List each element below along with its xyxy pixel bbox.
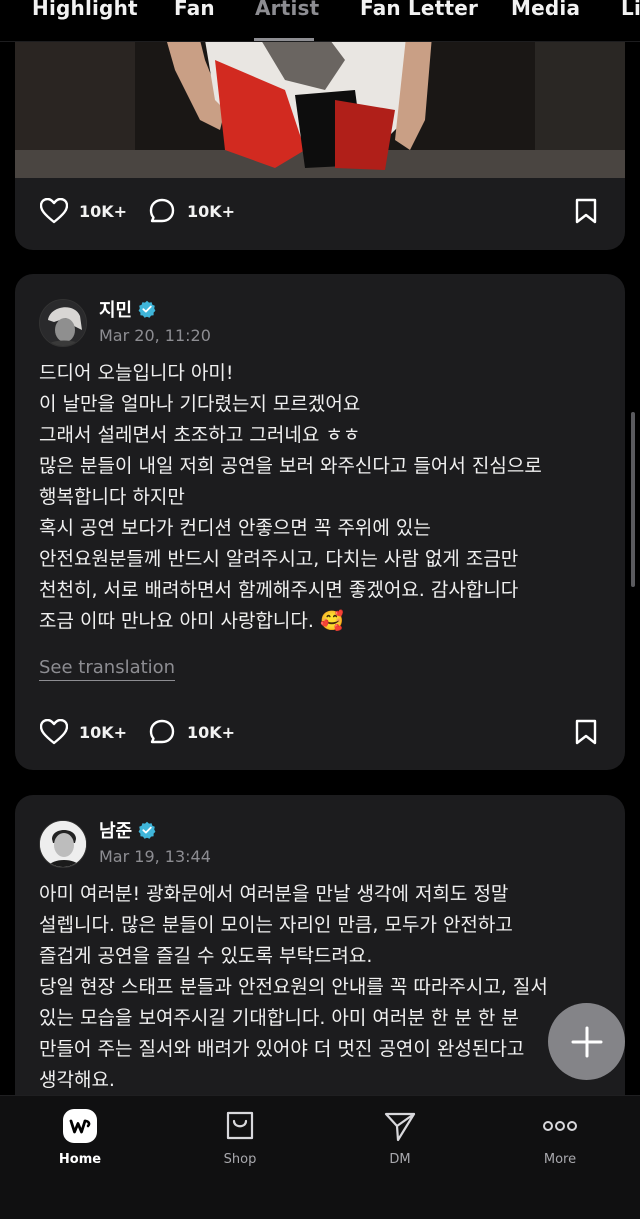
post-line: 당일 현장 스태프 분들과 안전요원의 안내를 꼭 따라주시고, 질서 [39,976,548,998]
post-body[interactable]: 아미 여러분! 광화문에서 여러분을 만날 생각에 저희도 정말 설렙니다. 많… [39,879,609,1096]
post-line: 천천히, 서로 배려하면서 함께해주시면 좋겠어요. 감사합니다 [39,579,519,601]
post-line: 즐겁게 공연을 즐길 수 있도록 부탁드려요. [39,945,373,967]
see-translation-link[interactable]: See translation [39,657,176,681]
weverse-logo-icon [62,1108,98,1144]
heart-icon [39,717,69,747]
nav-dm[interactable]: DM [340,1108,460,1172]
post-timestamp: Mar 19, 13:44 [99,847,211,866]
paper-plane-icon [382,1108,418,1144]
nav-home[interactable]: Home [20,1108,140,1172]
artist-tab-bar: Highlight Fan Artist Fan Letter Media Li [0,0,640,42]
post-line: 드디어 오늘입니다 아미! [39,362,234,384]
tab-live[interactable]: Li [621,0,640,20]
post-line: 생각해요. [39,1069,115,1091]
like-button[interactable]: 10K+ [39,191,127,231]
post-line: 있는 모습을 보여주시길 기대합니다. 아미 여러분 한 분 한 분 [39,1007,519,1029]
nav-home-label: Home [58,1152,102,1167]
post-timestamp: Mar 20, 11:20 [99,326,211,345]
post-line: 안전요원분들께 반드시 알려주시고, 다치는 사람 없게 조금만 [39,548,519,570]
comment-count: 10K+ [187,201,236,221]
post-line: 이 날만을 얼마나 기다렸는지 모르겠어요 [39,393,361,415]
create-post-button[interactable] [548,1003,625,1080]
post-body[interactable]: 드디어 오늘입니다 아미! 이 날만을 얼마나 기다렸는지 모르겠어요 그래서 … [39,358,609,637]
post-line: 만들어 주는 질서와 배려가 있어야 더 멋진 공연이 완성된다고 [39,1038,525,1060]
active-tab-indicator [254,38,314,41]
author-name: 남준 [99,821,133,842]
comment-count: 10K+ [187,722,236,742]
post-line: 아미 여러분! 광화문에서 여러분을 만날 생각에 저희도 정말 [39,883,509,905]
verified-badge-icon [138,821,156,839]
heart-icon [39,196,69,226]
nav-shop[interactable]: Shop [180,1108,300,1172]
post-line: 행복합니다 하지만 [39,486,185,508]
post-actions: 10K+ 10K+ [39,712,601,752]
post-actions: 10K+ 10K+ [39,191,601,231]
avatar[interactable] [39,299,87,347]
nav-dm-label: DM [389,1152,411,1167]
post-card[interactable]: 지민 Mar 20, 11:20 드디어 오늘입니다 아미! 이 날만을 얼마나… [15,274,625,770]
verified-badge-icon [138,300,156,318]
comment-button[interactable]: 10K+ [147,712,235,752]
post-line: 설렙니다. 많은 분들이 모이는 자리인 만큼, 모두가 안전하고 [39,914,513,936]
tab-fan-letter[interactable]: Fan Letter [360,0,478,20]
post-line: 조금 이따 만나요 아미 사랑합니다. 🥰 [39,610,344,632]
plus-icon [571,1026,602,1057]
avatar[interactable] [39,820,87,868]
bookmark-icon [575,198,597,224]
tab-highlight[interactable]: Highlight [32,0,138,20]
bookmark-button[interactable] [571,196,601,226]
post-line: 많은 분들이 내일 저희 공연을 보러 와주신다고 들어서 진심으로 [39,455,542,477]
like-count: 10K+ [79,201,128,221]
author-name: 지민 [99,300,133,321]
comment-icon [147,717,177,747]
bookmark-icon [575,719,597,745]
shopping-bag-icon [222,1108,258,1144]
nav-more[interactable]: More [500,1108,620,1172]
like-button[interactable]: 10K+ [39,712,127,752]
comment-button[interactable]: 10K+ [147,191,235,231]
nav-shop-label: Shop [223,1152,257,1167]
tab-fan[interactable]: Fan [174,0,215,20]
comment-icon [147,196,177,226]
nav-more-label: More [543,1152,577,1167]
more-dots-icon [542,1108,578,1144]
post-card[interactable]: 남준 Mar 19, 13:44 아미 여러분! 광화문에서 여러분을 만날 생… [15,795,625,1125]
post-line: 혹시 공연 보다가 컨디션 안좋으면 꼭 주위에 있는 [39,517,431,539]
tab-artist[interactable]: Artist [255,0,319,20]
feed-scrollbar[interactable] [631,412,635,587]
like-count: 10K+ [79,722,128,742]
tab-media[interactable]: Media [511,0,580,20]
post-line: 그래서 설레면서 초조하고 그러네요 ㅎㅎ [39,424,361,446]
bookmark-button[interactable] [571,717,601,747]
bottom-navigation: Home Shop DM More [0,1095,640,1219]
